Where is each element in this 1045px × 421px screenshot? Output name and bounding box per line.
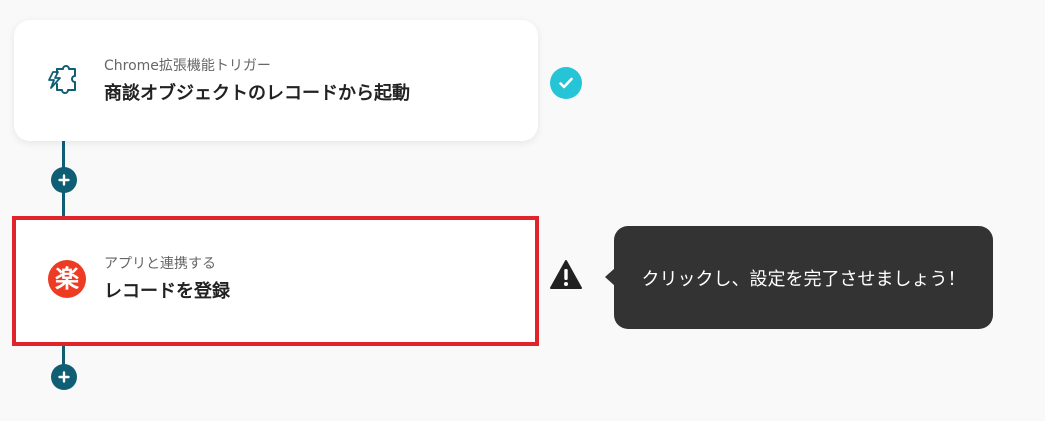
plus-icon [58,371,70,383]
step-subtitle: Chrome拡張機能トリガー [104,58,271,74]
add-step-button[interactable] [51,364,77,390]
flow-step-card-trigger[interactable]: Chrome拡張機能トリガー 商談オブジェクトのレコードから起動 [14,20,538,141]
check-icon [550,67,582,99]
flow-step-card-action[interactable]: 楽 アプリと連携する レコードを登録 [12,216,539,346]
plus-icon [58,174,70,186]
warning-icon [549,259,583,291]
tooltip-arrow [605,268,615,286]
setup-tooltip: クリックし、設定を完了させましょう！ [605,226,993,329]
rakuten-app-icon: 楽 [46,258,88,300]
rakuten-logo: 楽 [48,260,86,298]
tooltip-message: クリックし、設定を完了させましょう！ [641,268,966,290]
puzzle-lightning-icon [44,60,86,102]
step-title: レコードを登録 [104,281,230,302]
add-step-button[interactable] [51,167,77,193]
step-title: 商談オブジェクトのレコードから起動 [104,83,410,104]
step-subtitle: アプリと連携する [104,256,216,272]
